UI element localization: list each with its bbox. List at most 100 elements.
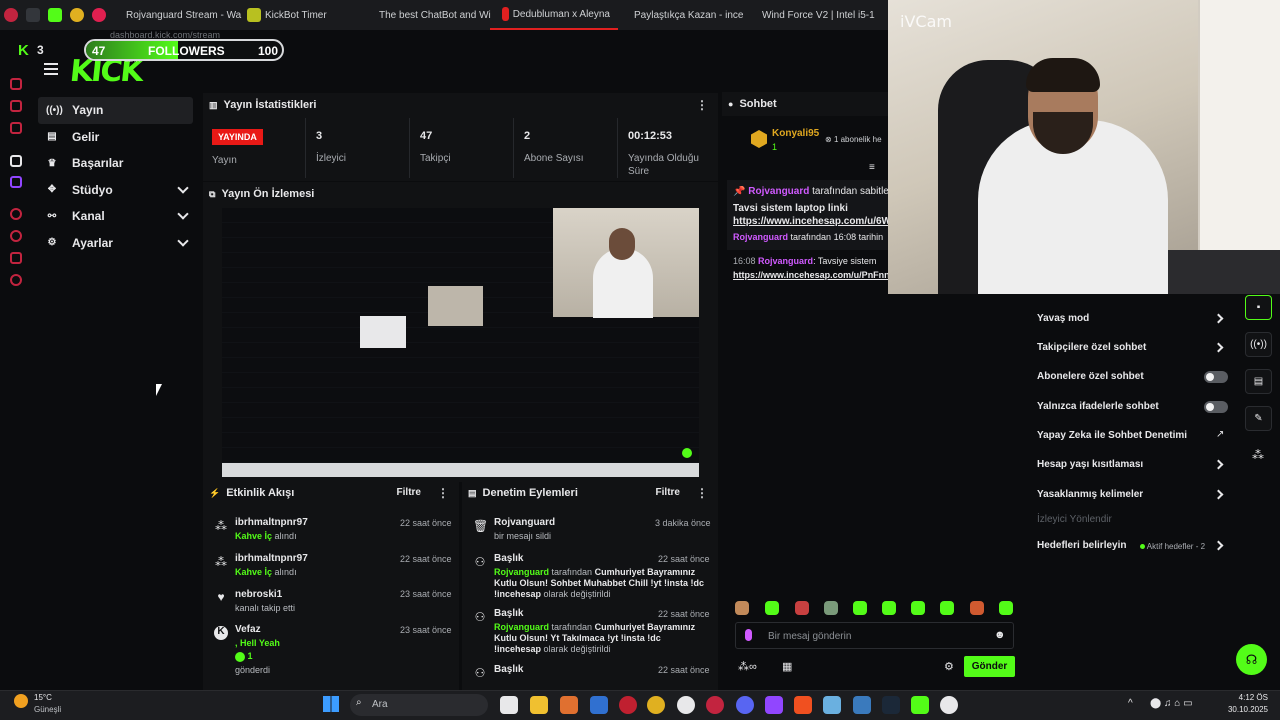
app-icon[interactable] xyxy=(765,696,783,714)
store-icon[interactable]: ▦ xyxy=(782,660,792,673)
chat-message-link[interactable]: https://www.incehesap.com/u/PnFnn xyxy=(733,270,888,280)
whatsapp-icon[interactable] xyxy=(10,122,22,134)
menu-item-account-age[interactable]: Hesap yaşı kısıtlaması xyxy=(1037,459,1143,470)
weather-sun-icon[interactable] xyxy=(14,694,28,708)
app-icon[interactable] xyxy=(853,696,871,714)
more-options-icon[interactable]: ⋮ xyxy=(696,98,708,112)
settings-taskbar-icon[interactable] xyxy=(823,696,841,714)
emote-icon[interactable] xyxy=(824,601,838,615)
emotes-only-toggle[interactable] xyxy=(1204,401,1228,413)
activity-filter-button[interactable]: Filtre xyxy=(397,487,421,498)
extension-icon[interactable] xyxy=(70,8,84,22)
settings-icon[interactable] xyxy=(10,274,22,286)
chrome-icon[interactable] xyxy=(647,696,665,714)
moderation-time: 3 dakika önce xyxy=(655,518,711,528)
extensions-icon[interactable] xyxy=(10,252,22,264)
file-explorer-icon[interactable] xyxy=(530,696,548,714)
obs-icon[interactable] xyxy=(940,696,958,714)
activity-item: Vefaz , Hell Yeah 1 gönderdi xyxy=(235,624,280,675)
tab-chatbot[interactable]: The best ChatBot and Wi xyxy=(363,0,491,30)
moderation-filter-button[interactable]: Filtre xyxy=(656,487,680,498)
emote-icon[interactable] xyxy=(795,601,809,615)
history-icon[interactable] xyxy=(10,230,22,242)
more-apps-icon[interactable]: ⁂ xyxy=(1252,448,1264,462)
emote-icon[interactable] xyxy=(853,601,867,615)
activity-header: ⚡ Etkinlik Akışı Filtre ⋮ xyxy=(209,486,449,500)
help-icon[interactable]: ☊ xyxy=(1236,644,1267,675)
emote-icon[interactable] xyxy=(970,601,984,615)
app-icon[interactable] xyxy=(590,696,608,714)
top-user-count: 1 xyxy=(772,142,778,152)
aria-icon[interactable] xyxy=(10,78,22,90)
emote-icon[interactable] xyxy=(999,601,1013,615)
mic-icon[interactable] xyxy=(745,629,752,641)
menu-icon[interactable] xyxy=(44,63,58,75)
tab-group-icon[interactable] xyxy=(26,8,40,22)
tools-icon[interactable]: ✎ xyxy=(1245,406,1272,431)
emoji-icon[interactable]: ☻ xyxy=(994,629,1006,641)
nav-item-ayarlar[interactable]: ⚙ Ayarlar xyxy=(38,230,193,257)
brave-icon[interactable] xyxy=(794,696,812,714)
app-icon[interactable] xyxy=(560,696,578,714)
tray-chevron-icon[interactable]: ^ xyxy=(1128,698,1133,709)
menu-item-banned-words[interactable]: Yasaklanmış kelimeler xyxy=(1037,489,1143,500)
layout-toggle-icon[interactable]: ▤ xyxy=(1245,369,1272,394)
task-view-icon[interactable] xyxy=(500,696,518,714)
menu-item-ai-moderation[interactable]: Yapay Zeka ile Sohbet Denetimi xyxy=(1037,430,1187,441)
chat-scroll-icon[interactable]: ≡ xyxy=(869,162,875,173)
chat-panel-toggle-icon[interactable]: ▪ xyxy=(1245,295,1272,320)
discord-icon[interactable] xyxy=(736,696,754,714)
taskbar-search[interactable]: Ara xyxy=(350,694,488,716)
kick-favicon-icon[interactable] xyxy=(48,8,62,22)
chatgpt-icon[interactable] xyxy=(677,696,695,714)
tab-dedubluman[interactable]: Dedubluman x Aleyna xyxy=(490,0,618,30)
steam-icon[interactable] xyxy=(882,696,900,714)
nav-item-gelir[interactable]: ▤ Gelir xyxy=(38,124,193,151)
nav-item-studyo[interactable]: ✥ Stüdyo xyxy=(38,177,193,204)
app-icon[interactable] xyxy=(619,696,637,714)
emote-icon[interactable] xyxy=(911,601,925,615)
stats-header: ▥ Yayın İstatistikleri ⋮ xyxy=(209,98,708,112)
heart-icon: ♥ xyxy=(217,590,225,604)
player-icon[interactable] xyxy=(10,208,22,220)
emote-icon[interactable] xyxy=(940,601,954,615)
tab-rojvanguard-stream[interactable]: Rojvanguard Stream - Wa xyxy=(110,0,241,30)
pinned-link[interactable]: https://www.incehesap.com/u/6W xyxy=(733,216,888,227)
emote-icon[interactable] xyxy=(882,601,896,615)
emote-icon[interactable] xyxy=(765,601,779,615)
tab-wind-force[interactable]: Wind Force V2 | Intel i5-1 xyxy=(746,0,875,30)
twitch-icon[interactable] xyxy=(10,176,22,188)
menu-item-followers-only[interactable]: Takipçilere özel sohbet xyxy=(1037,342,1146,353)
chat-input[interactable]: Bir mesaj gönderin xyxy=(735,622,1014,649)
windows-start-icon[interactable] xyxy=(323,696,339,712)
kick-app-icon[interactable]: K xyxy=(18,42,29,59)
nav-item-kanal[interactable]: ⚯ Kanal xyxy=(38,203,193,230)
tab-paylastikca[interactable]: Paylaştıkça Kazan - ince xyxy=(618,0,746,30)
more-options-icon[interactable]: ⋮ xyxy=(437,486,449,500)
weather-temp[interactable]: 15°C xyxy=(34,693,52,702)
money-icon: ▤ xyxy=(47,131,57,143)
tab-kickbot-timer[interactable]: KickBot Timer xyxy=(235,0,363,30)
kick-rail-icon[interactable] xyxy=(10,155,22,167)
subscribers-only-toggle[interactable] xyxy=(1204,371,1228,383)
points-icon[interactable]: ⁂∞ xyxy=(738,660,757,673)
more-options-icon[interactable]: ⋮ xyxy=(696,486,708,500)
chat-settings-icon[interactable]: ⚙ xyxy=(944,660,954,673)
users-icon: ⚇ xyxy=(474,666,486,680)
broadcast-toggle-icon[interactable]: ((•)) xyxy=(1245,332,1272,357)
top-user-name[interactable]: Konyali95 xyxy=(772,128,819,139)
menu-item-goals[interactable]: Hedefleri belirleyin xyxy=(1037,540,1126,551)
opera-taskbar-icon[interactable] xyxy=(706,696,724,714)
record-icon[interactable] xyxy=(92,8,106,22)
tray-icons[interactable]: ⬤ ♫ ⌂ ▭ xyxy=(1150,698,1193,709)
messenger-icon[interactable] xyxy=(10,100,22,112)
kick-taskbar-icon[interactable] xyxy=(911,696,929,714)
followers-goal-bar: 47 FOLLOWERS 100 xyxy=(84,39,284,61)
menu-item-slow-mode[interactable]: Yavaş mod xyxy=(1037,313,1089,324)
clock-time[interactable]: 4:12 ÖS xyxy=(1238,693,1268,702)
opera-icon[interactable] xyxy=(4,8,18,22)
nav-item-basarilar[interactable]: ♛ Başarılar xyxy=(38,150,193,177)
emote-icon[interactable] xyxy=(735,601,749,615)
nav-item-yayin[interactable]: ((•)) Yayın xyxy=(38,97,193,124)
send-button[interactable]: Gönder xyxy=(964,656,1015,677)
